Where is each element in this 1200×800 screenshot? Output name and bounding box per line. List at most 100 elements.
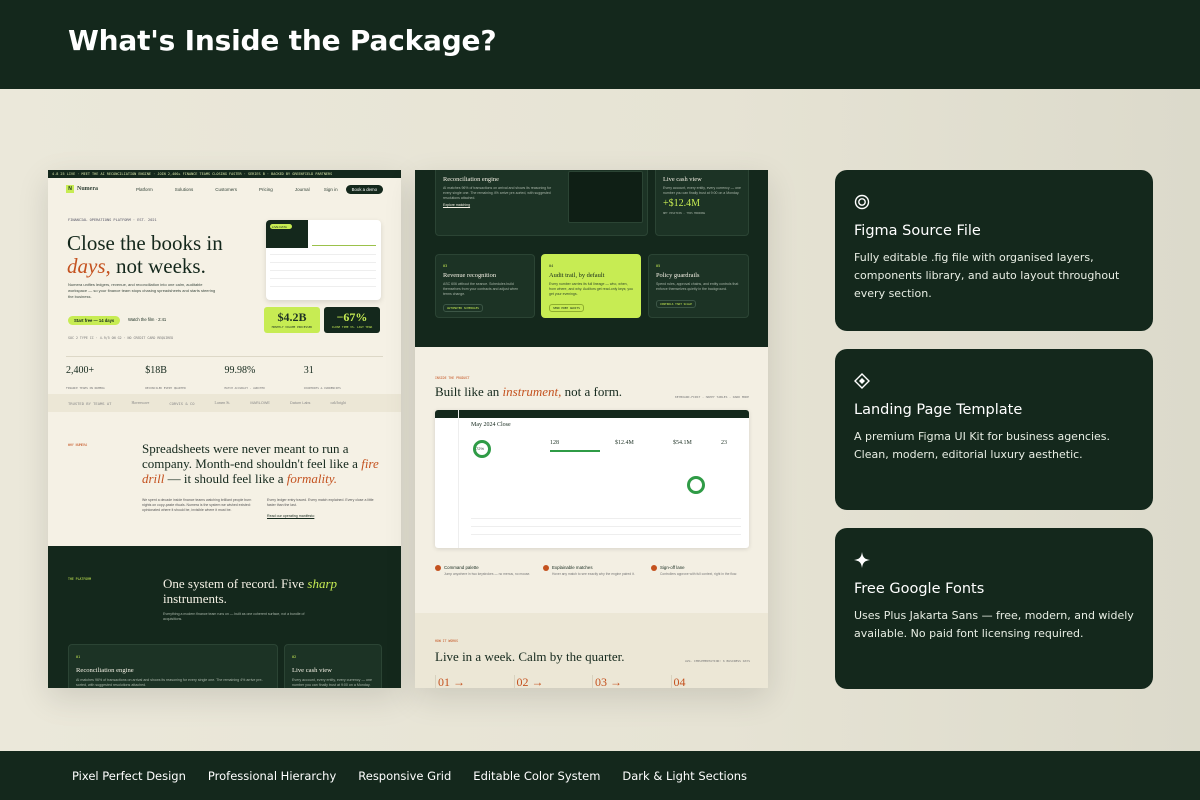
product-title: Built like an instrument, not a form. [435,384,622,400]
card-desc: Every number carries its full lineage — … [549,282,633,296]
trusted-by-strip: TRUSTED BY TEAMS AT Havenwave CORVIS & C… [48,394,401,412]
card-tag: SEND PREP AUDITS [549,304,584,313]
card-number: 01 [76,655,81,659]
feature-card-cash[interactable]: 02 Live cash view Every account, every e… [284,644,382,688]
how-eyebrow: HOW IT WORKS [435,639,459,643]
feature-label: Responsive Grid [358,768,452,783]
platform-section: THE PLATFORM One system of record. Five … [48,546,401,688]
table-divider [270,270,376,271]
feature-explainable: Explainable matches Hover any match to se… [543,565,635,576]
brand-logo[interactable]: N Numera [66,185,98,193]
card-desc: AI matches 96% of transactions on arriva… [76,678,263,687]
feature-signoff: Sign-off lane Controllers approve with fu… [651,565,737,576]
info-card-figma: Figma Source File Fully editable .fig fi… [835,170,1153,331]
stat-label: FINANCE TEAMS ON NUMERA [66,386,105,390]
platform-title-part: One system of record. Five [163,576,305,591]
how-it-works-section: HOW IT WORKS Live in a week. Calm by the… [415,613,768,688]
info-card-fonts: Free Google Fonts Uses Plus Jakarta Sans… [835,528,1153,689]
preview-nav: N Numera Platform Solutions Customers Pri… [48,178,401,200]
kpi-volume-value: $4.2B [277,310,307,324]
policy-card[interactable]: 05 Policy guardrails Spend rules, approv… [648,254,749,318]
nav-actions: Sign in Book a demo [324,184,383,194]
app-stat: 128 [550,440,559,446]
feature-label: Editable Color System [473,768,601,783]
kpi-volume: $4.2B MONTHLY VOLUME PROCESSED [264,307,320,333]
nav-link-customers[interactable]: Customers [215,187,237,192]
live-cash-card[interactable]: Live cash view Every account, every enti… [655,170,749,236]
platform-title-emphasis: sharp [307,576,338,591]
logo-mark-icon: N [66,185,74,193]
stats-row: 2,400+ FINANCE TEAMS ON NUMERA $18B RECONC… [66,356,383,390]
hero-title-emphasis: days, [67,254,111,278]
nav-link-solutions[interactable]: Solutions [175,187,194,192]
card-desc: Fully editable .fig file with organised … [854,251,1120,300]
stat-value: 2,400+ [66,365,95,376]
kpi-close-time: −67% CLOSE TIME VS. LAST YEAR [324,307,380,333]
feature-title: Explainable matches [552,565,593,570]
card-title: Free Google Fonts [854,581,985,597]
reconciliation-card[interactable]: Reconciliation engine AI matches 96% of … [435,170,648,236]
client-logo: Lumen St. [214,401,231,405]
watch-film-button[interactable]: Watch the film · 2:41 [128,317,166,322]
cash-value: +$12.4M [663,197,701,209]
bullet-icon [435,565,441,571]
table-divider [471,518,741,519]
stat-value: 99.98% [224,365,256,376]
card-desc: ASC 606 without the seance. Schedules bu… [443,282,519,296]
card-title: Reconciliation engine [76,667,134,674]
stat-label: MATCH ACCURACY · AUDITED [224,386,265,390]
sparkle-icon [854,552,870,568]
header-bar: What's Inside the Package? [0,0,1200,89]
diamond-icon [854,373,870,389]
dashboard-preview: LIVE DATA [266,220,381,300]
feature-desc: Hover any match to see exactly why the e… [552,572,635,576]
sign-in-link[interactable]: Sign in [324,187,338,192]
hero-subtitle: Numera unifies ledgers, revenue, and rec… [68,282,216,299]
stat-value: $18B [145,365,167,376]
client-logo: Havenwave [131,401,150,405]
nav-link-platform[interactable]: Platform [136,187,153,192]
manifesto-link[interactable]: Read our operating manifesto [267,514,314,518]
hero-title-line1: Close the books in [67,231,223,255]
why-eyebrow: WHY NUMERA [68,443,88,447]
table-divider [270,278,376,279]
card-title: Figma Source File [854,223,981,239]
why-paragraph: We spent a decade inside finance teams w… [142,498,252,512]
feature-title: Command palette [444,565,479,570]
app-topbar [435,410,749,418]
app-title: May 2024 Close [471,422,511,428]
platform-subtitle: Everything a modern finance team runs on… [163,612,305,621]
card-number: 05 [656,264,661,268]
platform-eyebrow: THE PLATFORM [68,577,92,581]
table-divider [270,286,376,287]
hero-title: Close the books in days, not weeks. [67,232,237,278]
card-title: Revenue recognition [443,272,497,279]
why-title: Spreadsheets were never meant to run a c… [142,441,387,486]
stat-item: 2,400+ FINANCE TEAMS ON NUMERA [66,357,145,390]
card-number: 03 [443,264,448,268]
card-tag: CONTROLS THAT SCALE [656,299,696,308]
start-free-button[interactable]: Start free — 14 days [68,316,121,325]
revenue-card[interactable]: 03 Revenue recognition ASC 606 without t… [435,254,535,318]
bullet-icon [543,565,549,571]
hero-title-line2: not weeks. [116,254,206,278]
platform-title: One system of record. Five sharp instrum… [163,576,363,606]
app-stat: 23 [721,440,727,446]
product-title-part: not a form. [564,384,623,399]
nav-link-pricing[interactable]: Pricing [259,187,273,192]
kpi-close-value: −67% [336,310,368,324]
page-title: What's Inside the Package? [68,24,497,57]
feature-card-reconciliation[interactable]: 01 Reconciliation engine AI matches 96% … [68,644,278,688]
table-divider [471,526,741,527]
app-stat: $12.4M [615,440,634,446]
how-title: Live in a week. Calm by the quarter. [435,649,625,664]
feature-label: Professional Hierarchy [207,768,337,783]
book-demo-button[interactable]: Book a demo [345,184,383,194]
audit-trail-card[interactable]: 04 Audit trail, by default Every number … [541,254,641,318]
matching-table-preview [568,171,643,223]
feature-label: Pixel Perfect Design [72,768,186,783]
stat-item: 31 COUNTRIES & CURRENCIES [304,357,383,390]
card-desc: AI matches 96% of transactions on arriva… [443,186,552,200]
nav-link-journal[interactable]: Journal [295,187,310,192]
cash-note: NET POSITION · THIS MORNING [663,211,706,215]
